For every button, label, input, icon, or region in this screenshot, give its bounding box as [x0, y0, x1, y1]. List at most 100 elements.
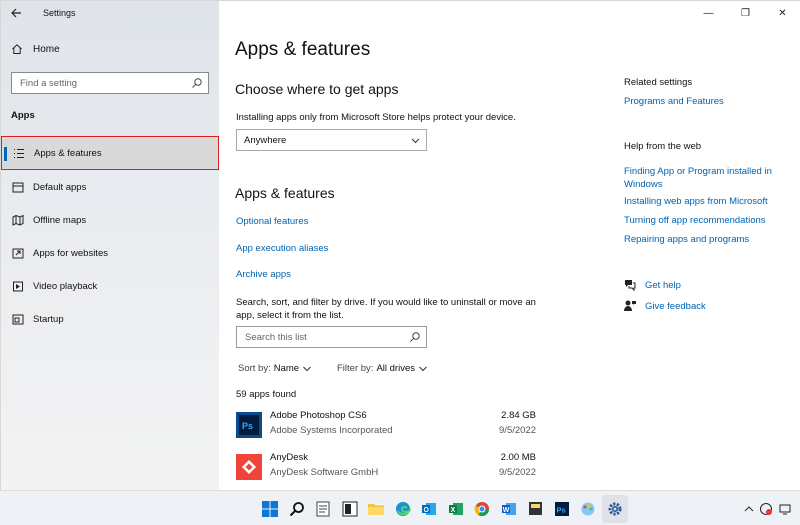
chevron-down-icon [411, 138, 420, 144]
search-help-text: Search, sort, and filter by drive. If yo… [236, 297, 536, 321]
give-feedback-label: Give feedback [645, 300, 706, 312]
search-list-input[interactable]: Search this list [236, 326, 427, 348]
video-icon [11, 279, 25, 293]
close-button[interactable]: ✕ [764, 1, 800, 25]
sidebar-item-label: Startup [33, 313, 64, 325]
chat-help-icon [625, 280, 636, 292]
home-label: Home [33, 43, 60, 55]
chevron-up-icon[interactable] [744, 505, 754, 513]
give-feedback-link[interactable]: Give feedback [623, 299, 706, 313]
app-source-dropdown[interactable]: Anywhere [236, 129, 427, 151]
choose-heading: Choose where to get apps [235, 81, 399, 97]
system-tray [744, 491, 792, 525]
network-icon[interactable] [778, 502, 792, 516]
sidebar-item-startup[interactable]: Startup [1, 302, 219, 336]
app-name: AnyDesk [270, 452, 309, 463]
sidebar-item-apps-for-websites[interactable]: Apps for websites [1, 236, 219, 270]
svg-text:X: X [450, 507, 455, 514]
sort-value: Name [273, 363, 300, 374]
svg-text:W: W [503, 507, 510, 514]
paint-icon[interactable] [575, 495, 602, 523]
map-icon [11, 213, 25, 227]
sort-dropdown[interactable]: Sort by: Name [238, 363, 312, 374]
list-icon [12, 146, 26, 160]
file-explorer-icon[interactable] [363, 495, 390, 523]
home-link[interactable]: Home [11, 43, 60, 55]
sidebar-item-video-playback[interactable]: Video playback [1, 269, 219, 303]
sidebar-item-default-apps[interactable]: Default apps [1, 170, 219, 204]
default-apps-icon [11, 180, 25, 194]
related-settings-heading: Related settings [624, 77, 693, 88]
app-list-item[interactable]: AnyDesk AnyDesk Software GmbH 2.00 MB 9/… [236, 450, 536, 486]
archive-apps-link[interactable]: Archive apps [236, 269, 291, 280]
sidebar-item-apps-features[interactable]: Apps & features [1, 136, 219, 170]
settings-icon[interactable] [601, 494, 628, 523]
get-help-label: Get help [645, 279, 681, 291]
chevron-down-icon [303, 366, 311, 372]
outlook-icon[interactable]: O [416, 495, 443, 523]
filter-value: All drives [376, 363, 415, 374]
security-icon[interactable] [759, 502, 773, 516]
search-icon[interactable] [284, 495, 311, 523]
sidebar-item-label: Offline maps [33, 214, 87, 226]
help-web-heading: Help from the web [624, 141, 702, 152]
app-execution-aliases-link[interactable]: App execution aliases [236, 243, 328, 254]
programs-features-link[interactable]: Programs and Features [624, 96, 794, 109]
main-content: — ❐ ✕ Apps & features Choose where to ge… [219, 1, 800, 491]
title-bar: Settings [1, 1, 219, 25]
sticky-icon[interactable] [522, 495, 549, 523]
sidebar: Settings Home Find a setting Apps Apps &… [1, 1, 219, 491]
minimize-button[interactable]: — [690, 1, 727, 25]
startup-icon [11, 312, 25, 326]
page-title: Apps & features [235, 39, 371, 60]
help-link-finding-app[interactable]: Finding App or Program installed in Wind… [624, 166, 794, 191]
taskbar-icons: O X W Ps [257, 491, 628, 525]
back-button[interactable] [1, 1, 31, 25]
store-note: Installing apps only from Microsoft Stor… [236, 112, 516, 123]
sidebar-item-label: Apps for websites [33, 247, 108, 259]
taskbar: O X W Ps [0, 490, 800, 525]
app-list-item[interactable]: Ps Adobe Photoshop CS6 Adobe Systems Inc… [236, 408, 536, 444]
find-setting-input[interactable]: Find a setting [11, 72, 209, 94]
app-name: Adobe Photoshop CS6 [270, 410, 367, 421]
anydesk-icon [236, 454, 262, 480]
app-source-value: Anywhere [244, 134, 287, 146]
get-help-link[interactable]: Get help [623, 278, 681, 292]
excel-icon[interactable]: X [443, 495, 470, 523]
search-list-placeholder: Search this list [245, 331, 307, 343]
sidebar-item-label: Apps & features [34, 147, 102, 159]
photoshop-icon: Ps [236, 412, 262, 438]
edge-icon[interactable] [390, 495, 417, 523]
windows-start-icon[interactable] [257, 495, 284, 523]
file-icon[interactable] [310, 495, 337, 523]
filter-dropdown[interactable]: Filter by: All drives [337, 363, 428, 374]
task-view-icon[interactable] [337, 495, 364, 523]
optional-features-link[interactable]: Optional features [236, 216, 308, 227]
chrome-icon[interactable] [469, 495, 496, 523]
back-arrow-icon [10, 8, 21, 18]
link-window-icon [11, 246, 25, 260]
search-icon [192, 78, 202, 88]
app-size: 2.84 GB [501, 410, 536, 421]
filter-label: Filter by: [337, 363, 374, 374]
help-link-web-apps[interactable]: Installing web apps from Microsoft [624, 196, 794, 209]
help-link-repairing-apps[interactable]: Repairing apps and programs [624, 234, 794, 247]
apps-heading: Apps & features [235, 185, 335, 201]
app-date: 9/5/2022 [499, 467, 536, 478]
sidebar-item-offline-maps[interactable]: Offline maps [1, 203, 219, 237]
svg-text:Ps: Ps [556, 505, 565, 514]
svg-text:Ps: Ps [242, 421, 253, 431]
photoshop-icon[interactable]: Ps [549, 495, 576, 523]
svg-text:O: O [424, 507, 430, 514]
help-link-app-recommendations[interactable]: Turning off app recommendations [624, 215, 794, 228]
word-icon[interactable]: W [496, 495, 523, 523]
maximize-button[interactable]: ❐ [727, 1, 764, 25]
window-controls: — ❐ ✕ [690, 1, 800, 25]
sidebar-item-label: Default apps [33, 181, 87, 193]
apps-count: 59 apps found [236, 389, 297, 400]
search-icon [410, 332, 420, 342]
app-publisher: AnyDesk Software GmbH [270, 467, 379, 478]
find-setting-placeholder: Find a setting [20, 77, 78, 89]
sidebar-item-label: Video playback [33, 280, 98, 292]
feedback-icon [624, 300, 636, 311]
